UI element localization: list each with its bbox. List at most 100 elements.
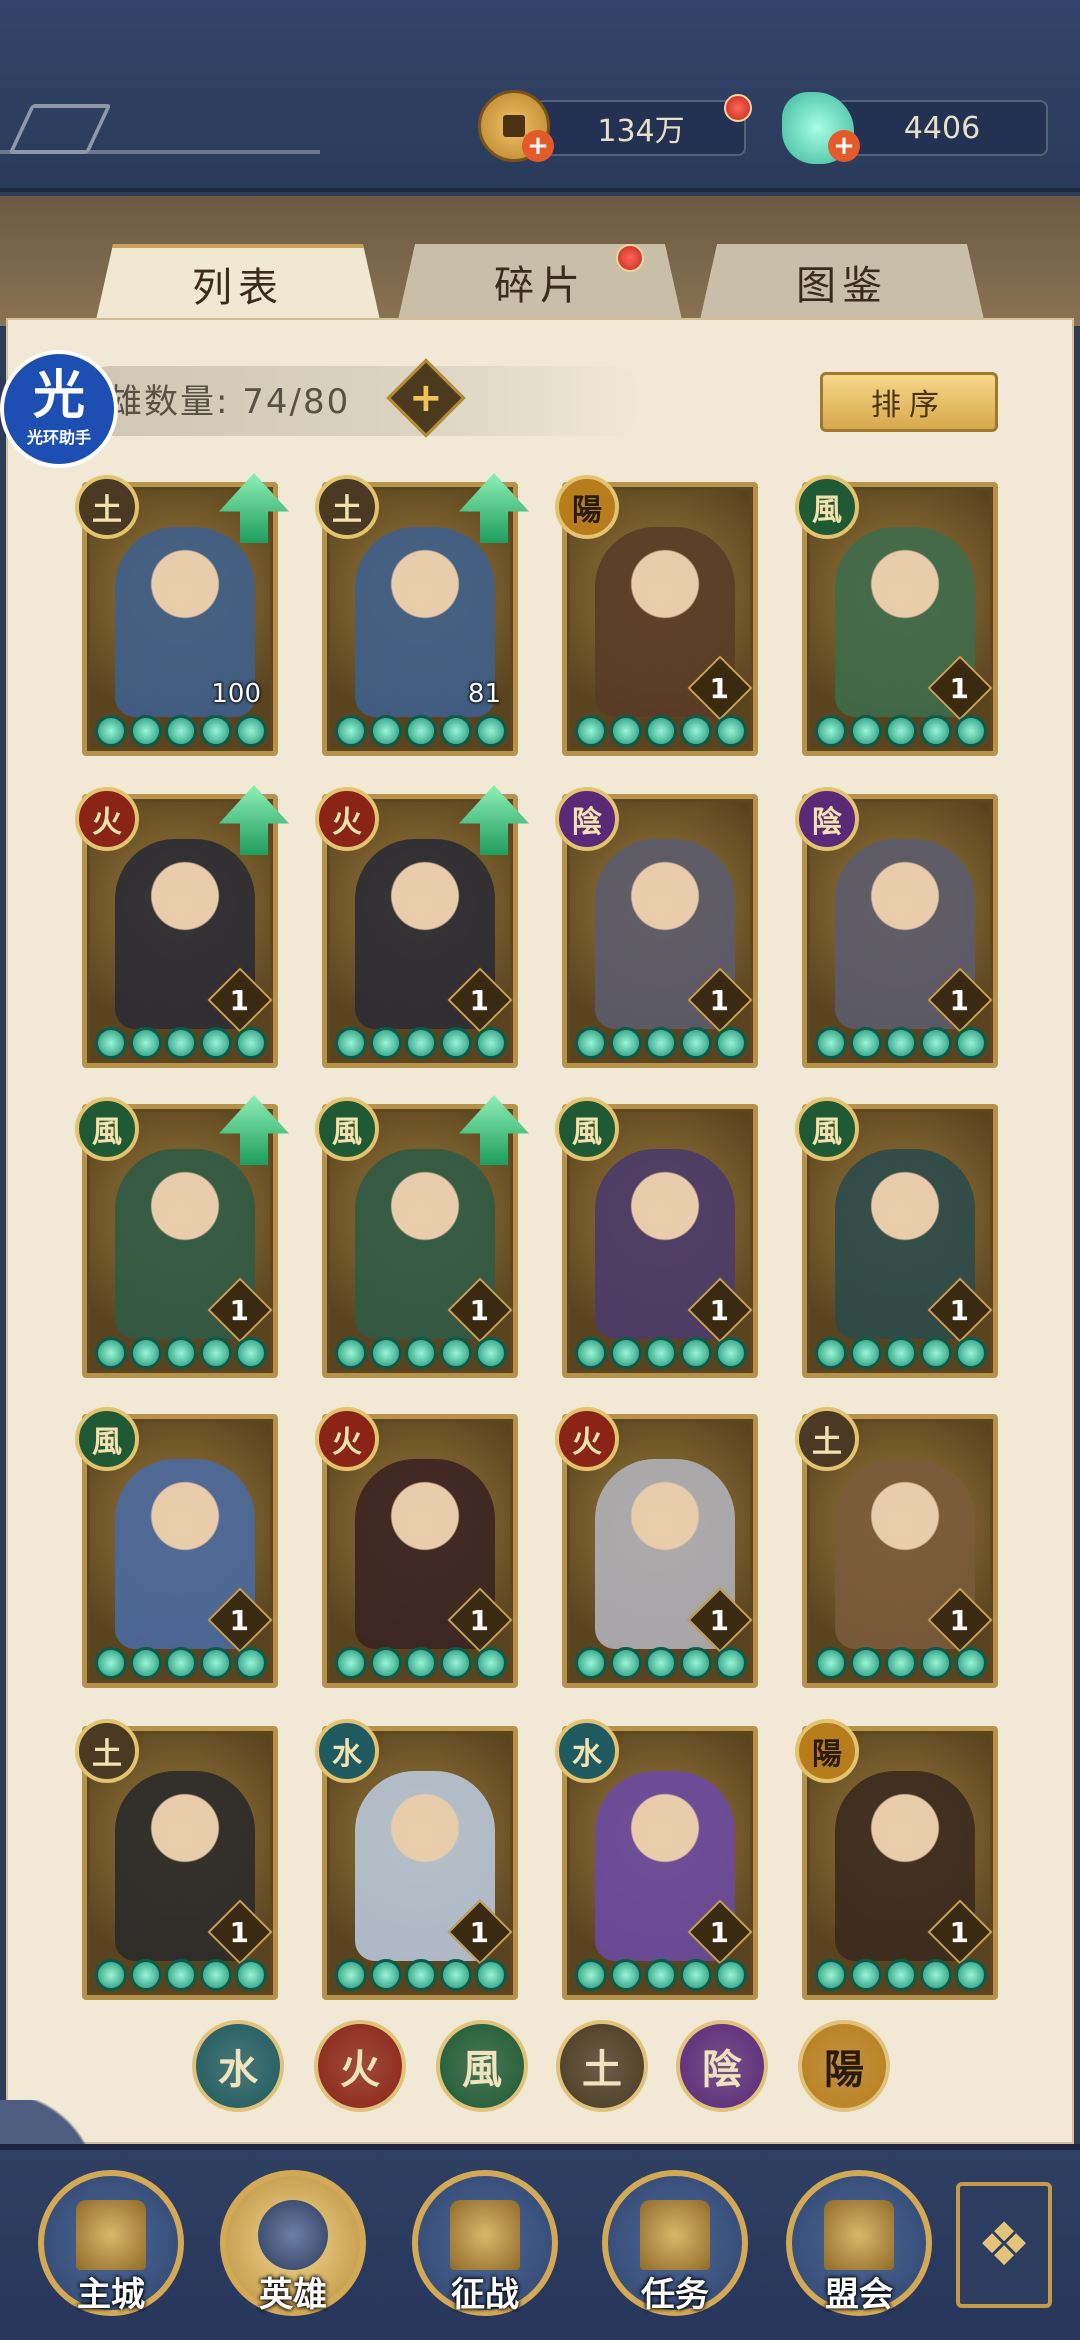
jade-star-icon bbox=[95, 715, 127, 747]
jade-star-icon bbox=[130, 715, 162, 747]
task-icon bbox=[640, 2200, 710, 2270]
nav-castle[interactable]: 主城 bbox=[38, 2170, 184, 2316]
element-badge-icon: 土 bbox=[75, 1719, 139, 1783]
jade-star-icon bbox=[955, 1337, 987, 1369]
jade-star-icon bbox=[475, 1027, 507, 1059]
element-filter-button[interactable]: 陽 bbox=[798, 2020, 890, 2112]
hero-card[interactable]: 土1 bbox=[75, 1719, 278, 2000]
jade-star-icon bbox=[475, 1647, 507, 1679]
jade-star-icon bbox=[235, 1959, 267, 1991]
jade-star-icon bbox=[715, 1647, 747, 1679]
tab-codex[interactable]: 图鉴 bbox=[700, 244, 984, 320]
star-rating bbox=[815, 1959, 987, 1993]
nav-guild[interactable]: 盟会 bbox=[786, 2170, 932, 2316]
star-rating bbox=[95, 1647, 267, 1681]
element-filter-button[interactable]: 火 bbox=[314, 2020, 406, 2112]
star-rating bbox=[95, 715, 267, 749]
hero-card[interactable]: 陰1 bbox=[555, 787, 758, 1068]
hero-level: 1 bbox=[709, 984, 729, 1017]
element-badge-icon: 風 bbox=[75, 1407, 139, 1471]
jade-star-icon bbox=[475, 715, 507, 747]
jade-star-icon bbox=[955, 1647, 987, 1679]
hero-level: 1 bbox=[949, 1604, 969, 1637]
jade-star-icon bbox=[165, 1647, 197, 1679]
jade-star-icon bbox=[850, 1027, 882, 1059]
hero-card[interactable]: 風1 bbox=[75, 1407, 278, 1688]
hero-card[interactable]: 火1 bbox=[555, 1407, 758, 1688]
jade-star-icon bbox=[885, 1027, 917, 1059]
top-bar: 134万 + 4406 + bbox=[0, 0, 1080, 192]
hero-card[interactable]: 水1 bbox=[555, 1719, 758, 2000]
add-coins-icon[interactable]: + bbox=[522, 130, 554, 162]
tab-list[interactable]: 列表 bbox=[96, 244, 380, 320]
element-badge-icon: 水 bbox=[315, 1719, 379, 1783]
element-filter-button[interactable]: 風 bbox=[436, 2020, 528, 2112]
hero-card[interactable]: 風1 bbox=[795, 1097, 998, 1378]
element-badge-icon: 火 bbox=[555, 1407, 619, 1471]
helper-label: 光环助手 bbox=[26, 428, 91, 447]
hero-card[interactable]: 水1 bbox=[315, 1719, 518, 2000]
hero-level: 1 bbox=[709, 672, 729, 705]
jade-star-icon bbox=[235, 1027, 267, 1059]
hero-card[interactable]: 風1 bbox=[315, 1095, 529, 1378]
hero-card[interactable]: 土1 bbox=[795, 1407, 998, 1688]
hero-card[interactable]: 陽1 bbox=[795, 1719, 998, 2000]
jade-star-icon bbox=[335, 1027, 367, 1059]
jade-star-icon bbox=[955, 715, 987, 747]
star-rating bbox=[815, 715, 987, 749]
hero-level: 81 bbox=[467, 679, 501, 709]
nav-label: 英雄 bbox=[259, 2275, 327, 2315]
jade-star-icon bbox=[200, 715, 232, 747]
jade-star-icon bbox=[335, 715, 367, 747]
hero-level: 1 bbox=[469, 1604, 489, 1637]
element-badge-icon: 風 bbox=[75, 1097, 139, 1161]
more-menu-button[interactable]: ❖ bbox=[956, 2182, 1052, 2308]
element-badge-icon: 土 bbox=[315, 475, 379, 539]
add-jade-icon[interactable]: + bbox=[828, 130, 860, 162]
jade-star-icon bbox=[680, 1027, 712, 1059]
hero-level: 1 bbox=[709, 1604, 729, 1637]
jade-star-icon bbox=[475, 1959, 507, 1991]
star-rating bbox=[815, 1027, 987, 1061]
hero-card[interactable]: 風1 bbox=[795, 475, 998, 756]
element-badge-icon: 陽 bbox=[795, 1719, 859, 1783]
hero-card[interactable]: 陽1 bbox=[555, 475, 758, 756]
coin-notification-dot bbox=[724, 94, 752, 122]
jade-star-icon bbox=[575, 1959, 607, 1991]
jade-star-icon bbox=[405, 1647, 437, 1679]
hero-card[interactable]: 風1 bbox=[555, 1097, 758, 1378]
jade-star-icon bbox=[95, 1337, 127, 1369]
tab-label: 列表 bbox=[192, 265, 284, 311]
guild-icon bbox=[824, 2200, 894, 2270]
helper-overlay-badge[interactable]: 光 光环助手 bbox=[0, 350, 118, 468]
jade-star-icon bbox=[130, 1027, 162, 1059]
hero-card[interactable]: 土 81 bbox=[315, 473, 529, 756]
hero-level: 100 bbox=[211, 679, 261, 709]
star-rating bbox=[815, 1337, 987, 1371]
hero-card[interactable]: 土 100 bbox=[75, 473, 289, 756]
jade-star-icon bbox=[645, 1647, 677, 1679]
hero-card[interactable]: 火1 bbox=[315, 785, 529, 1068]
jade-star-icon bbox=[235, 715, 267, 747]
element-filter-button[interactable]: 土 bbox=[556, 2020, 648, 2112]
nav-hero[interactable]: 英雄 bbox=[220, 2170, 366, 2316]
element-filter-button[interactable]: 陰 bbox=[676, 2020, 768, 2112]
jade-star-icon bbox=[440, 1959, 472, 1991]
hero-card[interactable]: 火1 bbox=[315, 1407, 518, 1688]
jade-star-icon bbox=[680, 715, 712, 747]
coin-balance-value: 134万 bbox=[597, 114, 685, 149]
battle-icon bbox=[450, 2200, 520, 2270]
star-rating bbox=[575, 1959, 747, 1993]
nav-battle[interactable]: 征战 bbox=[412, 2170, 558, 2316]
element-filter-button[interactable]: 水 bbox=[192, 2020, 284, 2112]
nav-task[interactable]: 任务 bbox=[602, 2170, 748, 2316]
hero-card[interactable]: 陰1 bbox=[795, 787, 998, 1068]
jade-star-icon bbox=[920, 1027, 952, 1059]
jade-star-icon bbox=[680, 1647, 712, 1679]
hero-card[interactable]: 火1 bbox=[75, 785, 289, 1068]
jade-star-icon bbox=[920, 1959, 952, 1991]
sort-button[interactable]: 排序 bbox=[820, 372, 998, 432]
jade-star-icon bbox=[850, 715, 882, 747]
jade-star-icon bbox=[645, 1337, 677, 1369]
hero-card[interactable]: 風1 bbox=[75, 1095, 289, 1378]
